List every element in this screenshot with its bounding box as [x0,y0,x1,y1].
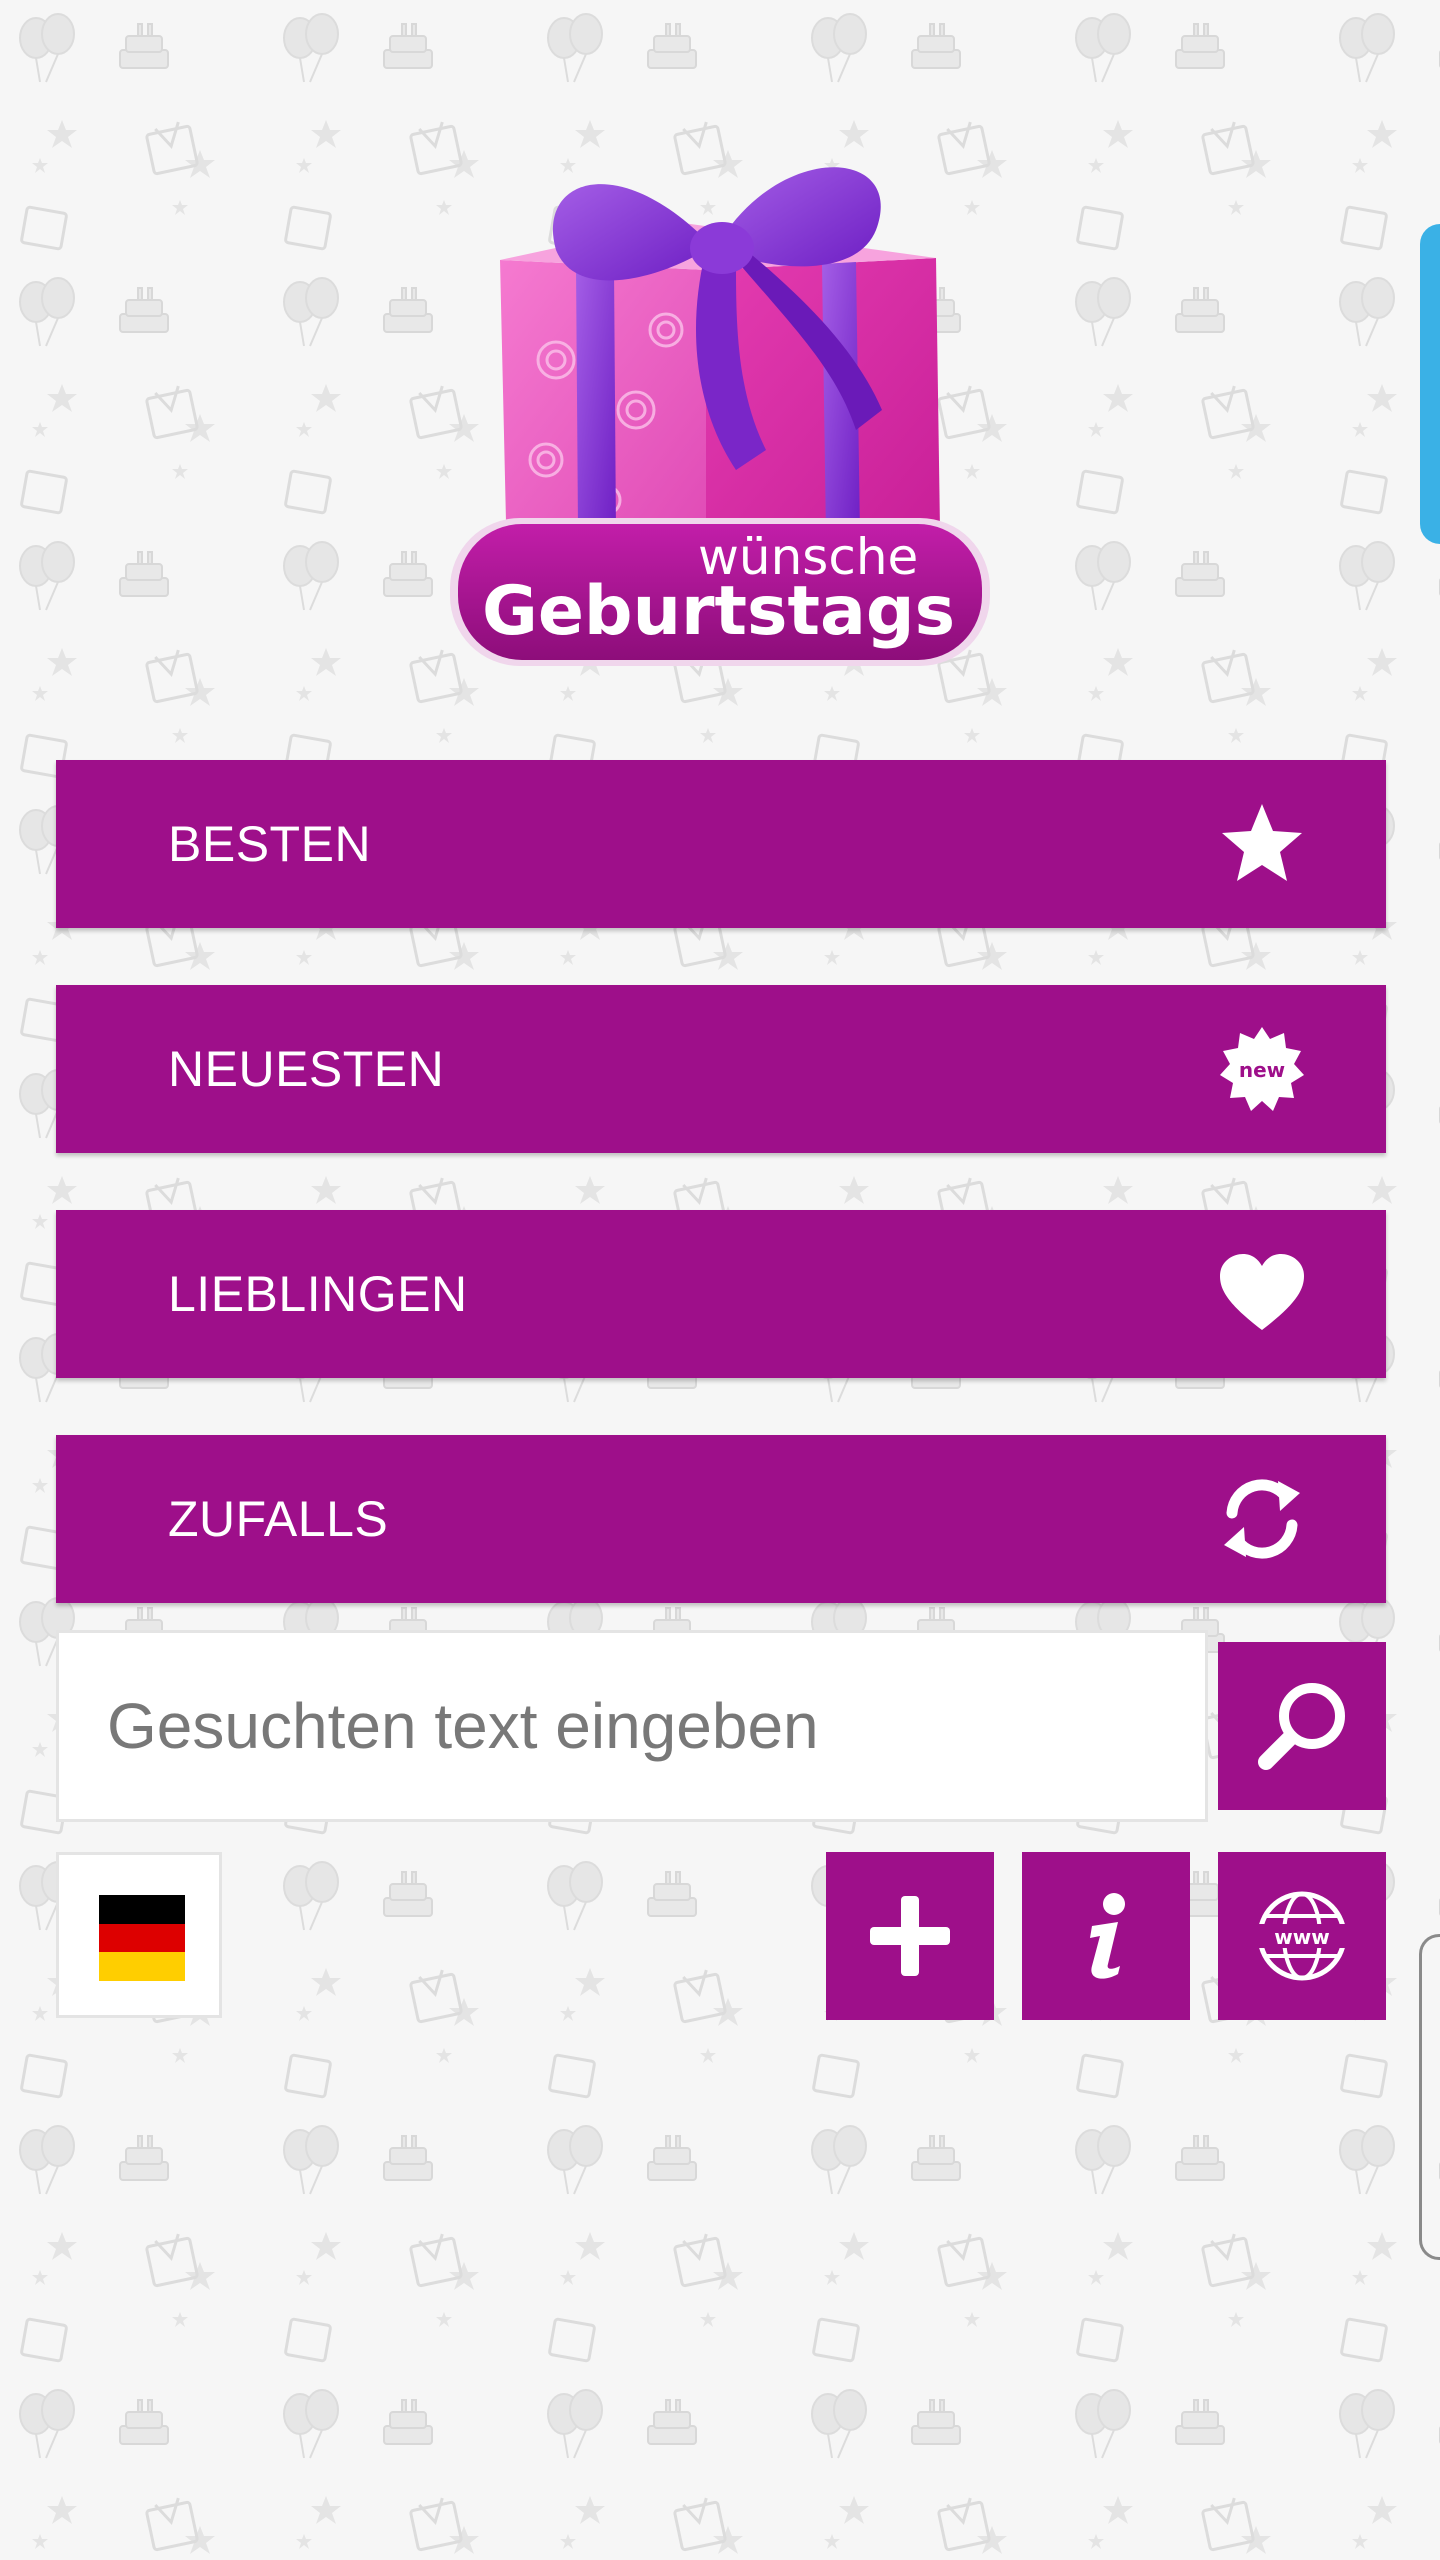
logo-title: Geburtstags [482,572,956,651]
heart-icon [1218,1250,1306,1338]
edge-screen-handle[interactable] [1419,1934,1440,2260]
star-icon [1218,800,1306,888]
search-icon [1258,1683,1345,1770]
add-button[interactable] [826,1852,994,2020]
besten-button[interactable]: BESTEN [56,760,1386,928]
svg-text:www: www [1274,1925,1329,1949]
lieblingen-button[interactable]: LIEBLINGEN [56,1210,1386,1378]
new-badge-icon: new [1218,1025,1306,1113]
app-logo: wünsche Geburtstags [436,110,1004,680]
zufalls-button[interactable]: ZUFALLS [56,1435,1386,1603]
search-button[interactable] [1218,1642,1386,1810]
zufalls-label: ZUFALLS [168,1491,389,1547]
lieblingen-label: LIEBLINGEN [168,1266,468,1322]
info-icon [1090,1893,1125,1979]
germany-flag-icon [99,1895,185,1982]
neuesten-button[interactable]: NEUESTEN new [56,985,1386,1153]
info-button[interactable] [1022,1852,1190,2020]
language-selector[interactable] [56,1852,222,2018]
search-input[interactable] [56,1630,1208,1822]
refresh-icon [1218,1475,1306,1563]
besten-label: BESTEN [168,816,372,872]
globe-www-icon: www [1256,1891,1348,1981]
neuesten-label: NEUESTEN [168,1041,445,1097]
svg-text:new: new [1239,1058,1285,1082]
edge-panel-handle[interactable] [1420,224,1440,544]
plus-icon [870,1896,950,1976]
website-button[interactable]: www [1218,1852,1386,2020]
